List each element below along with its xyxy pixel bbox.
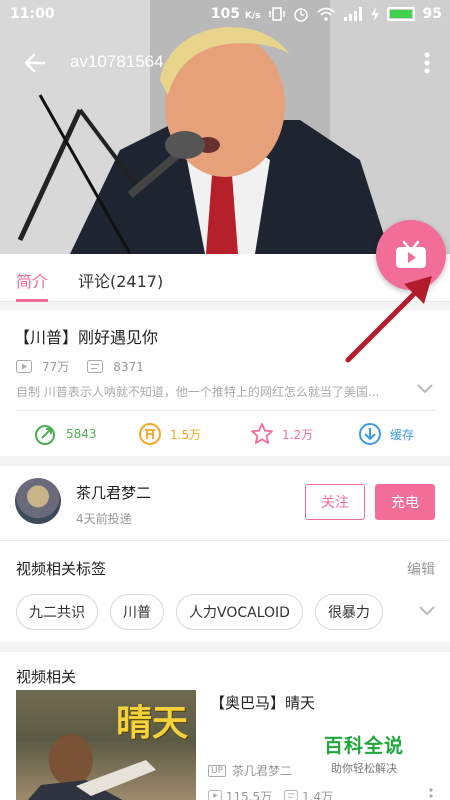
video-meta: 77万 8371 [16,358,144,375]
tag-chip[interactable]: 川普 [110,594,164,630]
danmaku-icon [284,790,298,800]
watermark-title: 百科全说 [324,735,405,757]
upload-time: 4天前投递 [76,512,132,526]
tags-title: 视频相关标签 [16,560,107,578]
video-frame [0,0,450,254]
related-uploader: UP 茶几君梦二 [208,762,292,779]
related-play-count: 115.5万 [225,790,273,800]
tab-comments[interactable]: 评论(2417) [78,268,163,292]
coin-count: 1.5万 [170,427,202,442]
watermark-subtitle: 助你轻松解决 [331,762,397,775]
divider [16,410,436,411]
edit-tags-button[interactable]: 编辑 [407,559,435,579]
vibrate-icon [268,7,285,21]
status-time: 11:00 [10,6,55,22]
coin-share-icon [35,425,55,445]
charge-button[interactable]: 充电 [375,484,435,520]
status-bar: 11:00 105 K/s 95 [0,0,450,30]
related-play-count-wrap: 115.5万 [208,788,272,800]
battery-icon [386,7,415,21]
share-action[interactable]: 5843 [34,422,97,446]
up-badge: UP [208,764,227,777]
play-count-icon [208,790,222,800]
download-label: 缓存 [390,427,415,442]
tag-chip[interactable]: 人力VOCALOID [176,594,303,630]
star-icon [251,423,273,444]
related-video-title[interactable]: 【奥巴马】晴天 [210,692,315,713]
uploader-card: 茶几君梦二 4天前投递 关注 充电 视频相关标签 编辑 九二共识 川普 人力VO… [0,466,450,642]
network-speed: 105 K/s [211,6,261,22]
related-title: 视频相关 [16,668,77,686]
more-vertical-icon[interactable] [422,50,432,76]
tab-indicator [16,299,48,302]
uploader-avatar[interactable] [15,478,61,524]
video-id: av10781564 [70,52,164,71]
chevron-down-icon[interactable] [418,604,436,616]
alarm-icon [293,8,308,22]
coin-icon [139,423,161,445]
more-vertical-icon[interactable] [428,788,434,800]
divider [0,540,450,541]
download-action[interactable]: 缓存 [358,422,414,446]
back-arrow-icon[interactable] [22,50,48,76]
annotation-arrow [345,276,432,363]
watermark-logo: 百科全说 助你轻松解决 [324,731,404,776]
related-section: 视频相关 晴天 【奥巴马】晴天 UP 茶几君梦二 115.5万 1.4万 [0,652,450,800]
uploader-name[interactable]: 茶几君梦二 [76,482,151,503]
tag-chip[interactable]: 很暴力 [314,594,383,630]
play-count: 77万 [42,360,70,374]
related-uploader-name: 茶几君梦二 [232,764,293,778]
thumbnail-title-text: 晴天 [115,702,188,744]
action-row: 5843 1.5万 1.2万 缓存 [0,418,450,452]
battery-level: 95 [422,6,442,22]
status-right: 105 K/s 95 [211,6,442,22]
tag-chip[interactable]: 九二共识 [16,594,98,630]
related-stats: 115.5万 1.4万 [208,788,333,800]
speed-value: 105 [210,6,241,22]
follow-button[interactable]: 关注 [305,484,365,520]
favorite-count: 1.2万 [282,427,314,442]
video-title: 【川普】刚好遇见你 [14,328,159,347]
screen: 11:00 105 K/s 95 av10781564 简介 评论(2417) … [0,0,450,800]
download-icon [359,423,381,445]
chevron-down-icon[interactable] [416,382,434,394]
speed-unit: K/s [244,11,261,21]
charging-icon [370,7,379,21]
danmaku-count: 8371 [113,359,144,374]
related-danmaku-wrap: 1.4万 [284,788,333,800]
tag-list: 九二共识 川普 人力VOCALOID 很暴力 [16,594,383,630]
tv-play-icon [396,240,426,268]
play-count-icon [16,360,32,373]
related-danmaku-count: 1.4万 [302,790,334,800]
tab-intro[interactable]: 简介 [16,268,48,292]
wifi-icon [316,7,335,21]
signal-icon [343,7,362,21]
favorite-action[interactable]: 1.2万 [250,422,313,446]
related-thumbnail[interactable]: 晴天 [16,690,196,800]
video-description: 自制 川普表示人呐就不知道，他一个推特上的网红怎么就当了美国... [16,385,380,399]
video-topbar: av10781564 [0,40,450,86]
video-player[interactable]: 11:00 105 K/s 95 av10781564 [0,0,450,254]
danmaku-icon [87,360,104,373]
share-count: 5843 [66,427,97,441]
coin-action[interactable]: 1.5万 [138,422,201,446]
